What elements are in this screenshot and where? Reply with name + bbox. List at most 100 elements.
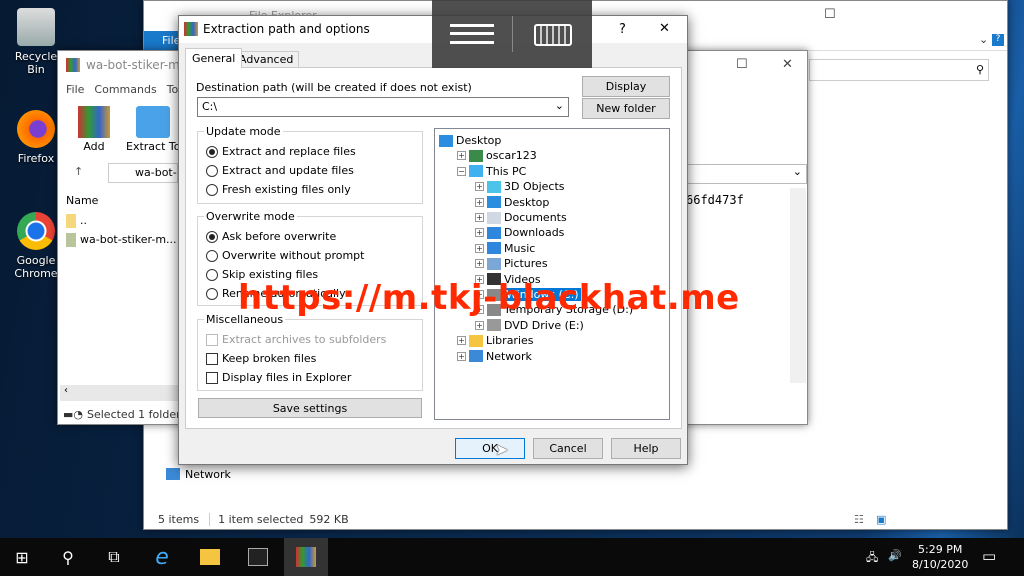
watermark: https://m.tkj-blackhat.me (238, 278, 740, 318)
keyboard-icon[interactable] (534, 24, 572, 46)
details-view-icon[interactable]: ☷ (854, 513, 864, 526)
radio-ask-before[interactable]: Ask before overwrite (206, 230, 336, 243)
document-icon (487, 211, 501, 224)
maximize-button[interactable]: ☐ (824, 7, 836, 22)
destination-path-input[interactable]: C:\ ⌄ (197, 97, 569, 117)
extraction-dialog: Extraction path and options ? ✕ General … (178, 15, 688, 465)
menu-tools[interactable]: To (167, 83, 179, 96)
cancel-button[interactable]: Cancel (533, 438, 603, 459)
radio-extract-replace[interactable]: Extract and replace files (206, 145, 356, 158)
status-bar: 5 items 1 item selected 592 KB (158, 513, 349, 526)
radio-overwrite-without-prompt[interactable]: Overwrite without prompt (206, 249, 364, 262)
close-button[interactable]: ✕ (782, 57, 793, 72)
tree-item[interactable]: Desktop (439, 133, 501, 148)
horizontal-scrollbar[interactable]: ‹ (60, 385, 178, 401)
pictures-icon (487, 257, 501, 270)
large-icons-view-icon[interactable]: ▣ (876, 513, 886, 526)
tree-item[interactable]: + Documents (475, 210, 567, 225)
tree-item[interactable]: + Music (475, 241, 535, 256)
tree-item[interactable]: − This PC (457, 164, 526, 179)
tree-item[interactable]: + Pictures (475, 256, 548, 271)
file-explorer-taskbar-icon[interactable] (188, 538, 232, 576)
search-icon: ⚲ (975, 63, 984, 76)
list-item[interactable]: wa-bot-stiker-m... (66, 233, 177, 247)
tree-item[interactable]: +3D Objects (475, 179, 565, 194)
search-button[interactable]: ⚲ (46, 538, 90, 576)
display-button[interactable]: Display (582, 76, 670, 97)
hamburger-icon[interactable] (450, 24, 494, 44)
remote-overlay-toolbar (432, 0, 592, 68)
tab-general[interactable]: General (185, 48, 243, 68)
volume-icon[interactable]: 🔊 (888, 549, 902, 562)
desktop-icon (439, 134, 453, 147)
ok-button[interactable]: OK (455, 438, 525, 459)
expand-icon[interactable]: + (457, 336, 466, 346)
chevron-down-icon[interactable]: ⌄ (555, 99, 564, 112)
tree-item[interactable]: + oscar123 (457, 148, 537, 163)
start-button[interactable]: ⊞ (0, 538, 44, 576)
checkbox-keep-broken[interactable]: Keep broken files (206, 352, 316, 365)
divider (512, 16, 513, 52)
tree-item[interactable]: + Desktop (475, 195, 549, 210)
library-icon (469, 334, 483, 347)
search-box[interactable]: ⚲ (809, 59, 989, 81)
internet-explorer-icon[interactable]: e (140, 538, 184, 576)
tab-advanced[interactable]: Advanced (233, 51, 300, 68)
checkbox-extract-subfolders[interactable]: Extract archives to subfolders (206, 333, 386, 346)
taskbar: ⊞ ⚲ ⧉ e 🖧 🔊 5:29 PM 8/10/2020 ▭ (0, 538, 1024, 576)
tree-item-label: oscar123 (486, 149, 537, 163)
expand-ribbon-icon[interactable]: ⌄ (979, 33, 988, 46)
chrome-icon (17, 212, 55, 250)
folder-tree[interactable]: Desktop + oscar123− This PC +3D Objects + Desk… (434, 128, 670, 420)
toolbar-add[interactable]: Add (78, 106, 110, 153)
maximize-button[interactable]: ☐ (736, 57, 748, 72)
save-settings-button[interactable]: Save settings (198, 398, 422, 418)
help-icon[interactable]: ? (992, 34, 1004, 46)
list-item[interactable]: .. (66, 214, 87, 228)
action-center-icon[interactable]: ▭ (982, 547, 996, 565)
expand-icon[interactable]: + (475, 182, 484, 192)
tree-item[interactable]: + Network (457, 349, 532, 364)
close-button[interactable]: ✕ (659, 21, 670, 36)
expand-icon[interactable]: + (475, 243, 484, 253)
tree-item-label: 3D Objects (504, 180, 565, 194)
clock[interactable]: 5:29 PM 8/10/2020 (912, 542, 968, 572)
radio-extract-update[interactable]: Extract and update files (206, 164, 354, 177)
up-arrow-button[interactable]: ↑ (74, 165, 83, 178)
tree-item-label: DVD Drive (E:) (504, 318, 584, 332)
menu-commands[interactable]: Commands (94, 83, 156, 96)
winrar-taskbar-icon[interactable] (284, 538, 328, 576)
command-prompt-taskbar-icon[interactable] (236, 538, 280, 576)
collapse-icon[interactable]: − (457, 166, 466, 176)
address-dropdown[interactable]: ⌄ (683, 164, 807, 184)
download-icon (487, 226, 501, 239)
help-button[interactable]: ? (619, 22, 626, 37)
vertical-scrollbar[interactable] (790, 188, 806, 383)
tree-item-label: This PC (486, 164, 527, 178)
expand-icon[interactable]: + (457, 151, 466, 161)
folder-icon (66, 233, 76, 247)
expand-icon[interactable]: + (475, 320, 484, 330)
expand-icon[interactable]: + (457, 351, 466, 361)
address-bar[interactable]: wa-bot-stiker-master (108, 163, 178, 183)
expand-icon[interactable]: + (475, 197, 484, 207)
checkbox-display-in-explorer[interactable]: Display files in Explorer (206, 371, 351, 384)
tree-item[interactable]: + Libraries (457, 333, 534, 348)
comment-text: 66fd473f (686, 193, 744, 207)
column-header-name[interactable]: Name (66, 194, 98, 207)
expand-icon[interactable]: + (475, 228, 484, 238)
radio-fresh-existing[interactable]: Fresh existing files only (206, 183, 351, 196)
recycle-bin-icon (17, 8, 55, 46)
help-dialog-button[interactable]: Help (611, 438, 681, 459)
tree-item[interactable]: + DVD Drive (E:) (475, 318, 584, 333)
menu-bar: File Commands To (66, 83, 178, 96)
expand-icon[interactable]: + (475, 213, 484, 222)
nav-item-network[interactable]: Network (166, 468, 231, 481)
task-view-button[interactable]: ⧉ (92, 538, 136, 576)
expand-icon[interactable]: + (475, 259, 484, 269)
network-tray-icon[interactable]: 🖧 (866, 549, 878, 568)
menu-file[interactable]: File (66, 83, 84, 96)
tree-item[interactable]: + Downloads (475, 225, 564, 240)
toolbar-extract-to[interactable]: Extract To (126, 106, 180, 153)
new-folder-button[interactable]: New folder (582, 98, 670, 119)
